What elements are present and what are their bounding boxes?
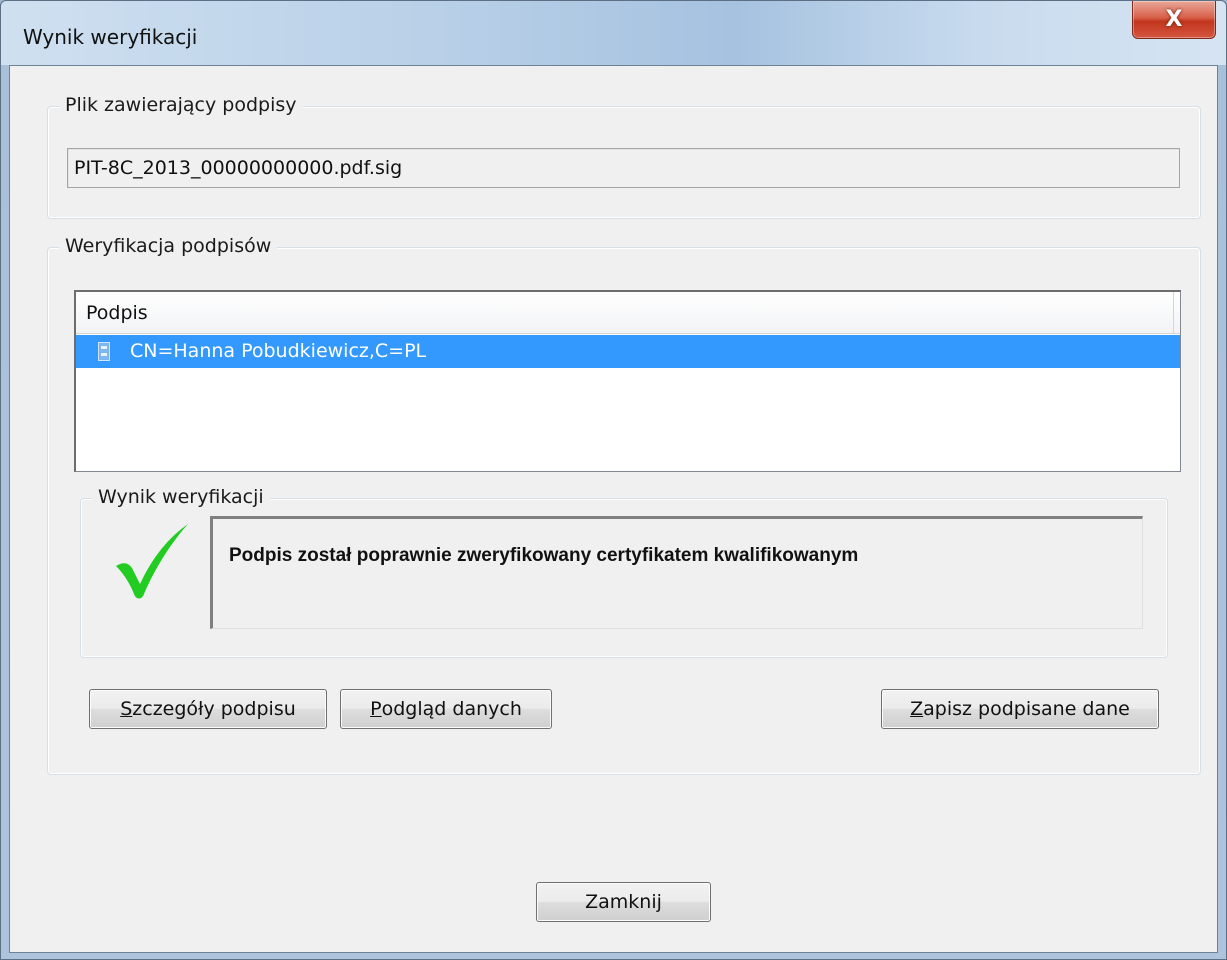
- save-signed-data-button[interactable]: Zapisz podpisane dane: [881, 689, 1159, 729]
- close-icon: X: [1165, 7, 1183, 32]
- column-header-spacer: [1173, 292, 1180, 334]
- close-window-button[interactable]: X: [1132, 1, 1216, 39]
- signed-file-field[interactable]: PIT-8C_2013_00000000000.pdf.sig: [67, 148, 1180, 188]
- signature-list[interactable]: Podpis CN=Hanna Pobudkiewicz,C=PL: [74, 290, 1181, 472]
- checkmark-icon: [116, 524, 188, 599]
- window-title: Wynik weryfikacji: [23, 25, 198, 49]
- file-group-label: Plik zawierający podpisy: [59, 94, 303, 116]
- signature-name: CN=Hanna Pobudkiewicz,C=PL: [130, 340, 427, 362]
- result-group-label: Wynik weryfikacji: [92, 486, 270, 508]
- signature-details-button[interactable]: Szczegóły podpisu: [89, 689, 327, 729]
- verification-group-label: Weryfikacja podpisów: [59, 235, 278, 257]
- dialog-client-area: Plik zawierający podpisy PIT-8C_2013_000…: [9, 65, 1218, 953]
- certificate-icon: [98, 342, 110, 361]
- close-dialog-button[interactable]: Zamknij: [536, 882, 711, 922]
- title-bar[interactable]: Wynik weryfikacji X: [1, 1, 1226, 65]
- data-preview-button[interactable]: Podgląd danych: [340, 689, 552, 729]
- verification-result-message: Podpis został poprawnie zweryfikowany ce…: [210, 516, 1143, 629]
- dialog-window: Wynik weryfikacji X Plik zawierający pod…: [0, 0, 1227, 960]
- column-header-podpis[interactable]: Podpis: [76, 292, 1180, 334]
- list-item[interactable]: CN=Hanna Pobudkiewicz,C=PL: [76, 335, 1180, 368]
